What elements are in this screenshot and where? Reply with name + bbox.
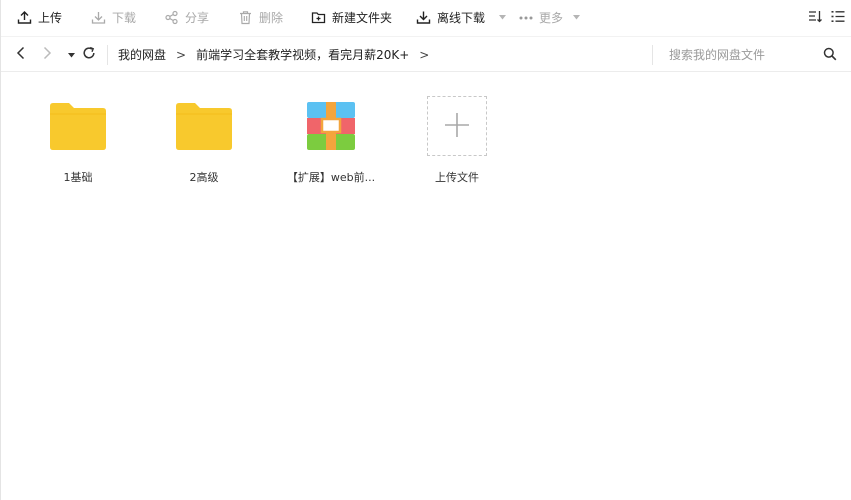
offline-download-icon xyxy=(416,10,431,25)
folder-icon xyxy=(174,96,234,156)
navigation-bar: 我的网盘 > 前端学习全套教学视频，看完月薪20K+ > xyxy=(1,36,851,72)
caret-down-icon xyxy=(573,15,581,20)
more-dots-icon xyxy=(519,16,533,20)
more-label: 更多 xyxy=(539,11,564,25)
list-view-button[interactable] xyxy=(831,9,845,27)
new-folder-label: 新建文件夹 xyxy=(332,11,393,25)
sort-icon xyxy=(808,9,823,27)
upload-label: 上传 xyxy=(38,11,63,25)
share-button[interactable]: 分享 xyxy=(164,9,209,26)
file-item-folder[interactable]: 2高级 xyxy=(154,96,254,196)
upload-drop-zone[interactable] xyxy=(427,96,487,156)
file-name: 1基础 xyxy=(63,171,93,184)
delete-label: 删除 xyxy=(259,11,284,25)
cloud-drive-window: 上传 下载 分享 删除 新建文件夹 离线下载 更多 我的网盘 > 前端学习全套教… xyxy=(0,0,851,500)
chevron-right-icon xyxy=(42,46,52,63)
back-button[interactable] xyxy=(13,46,29,62)
breadcrumb-item-root[interactable]: 我的网盘 xyxy=(118,46,166,63)
download-label: 下载 xyxy=(112,11,137,25)
folder-icon xyxy=(48,96,108,156)
breadcrumb: 我的网盘 > 前端学习全套教学视频，看完月薪20K+ > xyxy=(118,37,439,72)
upload-button[interactable]: 上传 xyxy=(17,9,62,26)
delete-button[interactable]: 删除 xyxy=(238,9,283,26)
file-name: 2高级 xyxy=(189,171,219,184)
new-folder-icon xyxy=(311,10,326,25)
caret-down-icon xyxy=(499,15,507,20)
sort-button[interactable] xyxy=(808,9,823,27)
file-item-archive[interactable]: 【扩展】web前... xyxy=(281,96,381,196)
breadcrumb-item-current[interactable]: 前端学习全套教学视频，看完月薪20K+ xyxy=(196,46,409,63)
breadcrumb-expand-arrow[interactable]: > xyxy=(419,48,429,62)
plus-icon xyxy=(444,112,470,141)
share-icon xyxy=(164,10,179,25)
new-folder-button[interactable]: 新建文件夹 xyxy=(311,9,392,26)
refresh-icon xyxy=(82,46,96,63)
forward-button[interactable] xyxy=(39,46,55,62)
search-icon[interactable] xyxy=(823,47,837,64)
search-divider xyxy=(652,45,653,65)
caret-down-icon xyxy=(67,47,75,61)
trash-icon xyxy=(238,10,253,25)
history-dropdown-button[interactable] xyxy=(63,46,79,62)
toolbar: 上传 下载 分享 删除 新建文件夹 离线下载 更多 xyxy=(1,0,851,34)
breadcrumb-separator: > xyxy=(176,47,187,62)
archive-icon xyxy=(301,96,361,156)
chevron-left-icon xyxy=(16,46,26,63)
share-label: 分享 xyxy=(185,11,210,25)
download-icon xyxy=(91,10,106,25)
refresh-button[interactable] xyxy=(81,46,97,62)
file-item-folder[interactable]: 1基础 xyxy=(28,96,128,196)
more-button[interactable]: 更多 xyxy=(519,9,581,26)
nav-divider xyxy=(107,45,108,65)
upload-icon xyxy=(17,10,32,25)
file-grid: 1基础 2高级 【扩展】web前... 上传文件 xyxy=(1,72,851,500)
download-button[interactable]: 下载 xyxy=(91,9,136,26)
upload-file-tile[interactable]: 上传文件 xyxy=(407,96,507,196)
search-input[interactable] xyxy=(669,46,819,64)
offline-download-label: 离线下载 xyxy=(437,11,486,25)
upload-file-label: 上传文件 xyxy=(435,171,479,184)
list-view-icon xyxy=(831,9,845,27)
file-name: 【扩展】web前... xyxy=(286,171,376,184)
offline-download-button[interactable]: 离线下载 xyxy=(416,9,507,26)
